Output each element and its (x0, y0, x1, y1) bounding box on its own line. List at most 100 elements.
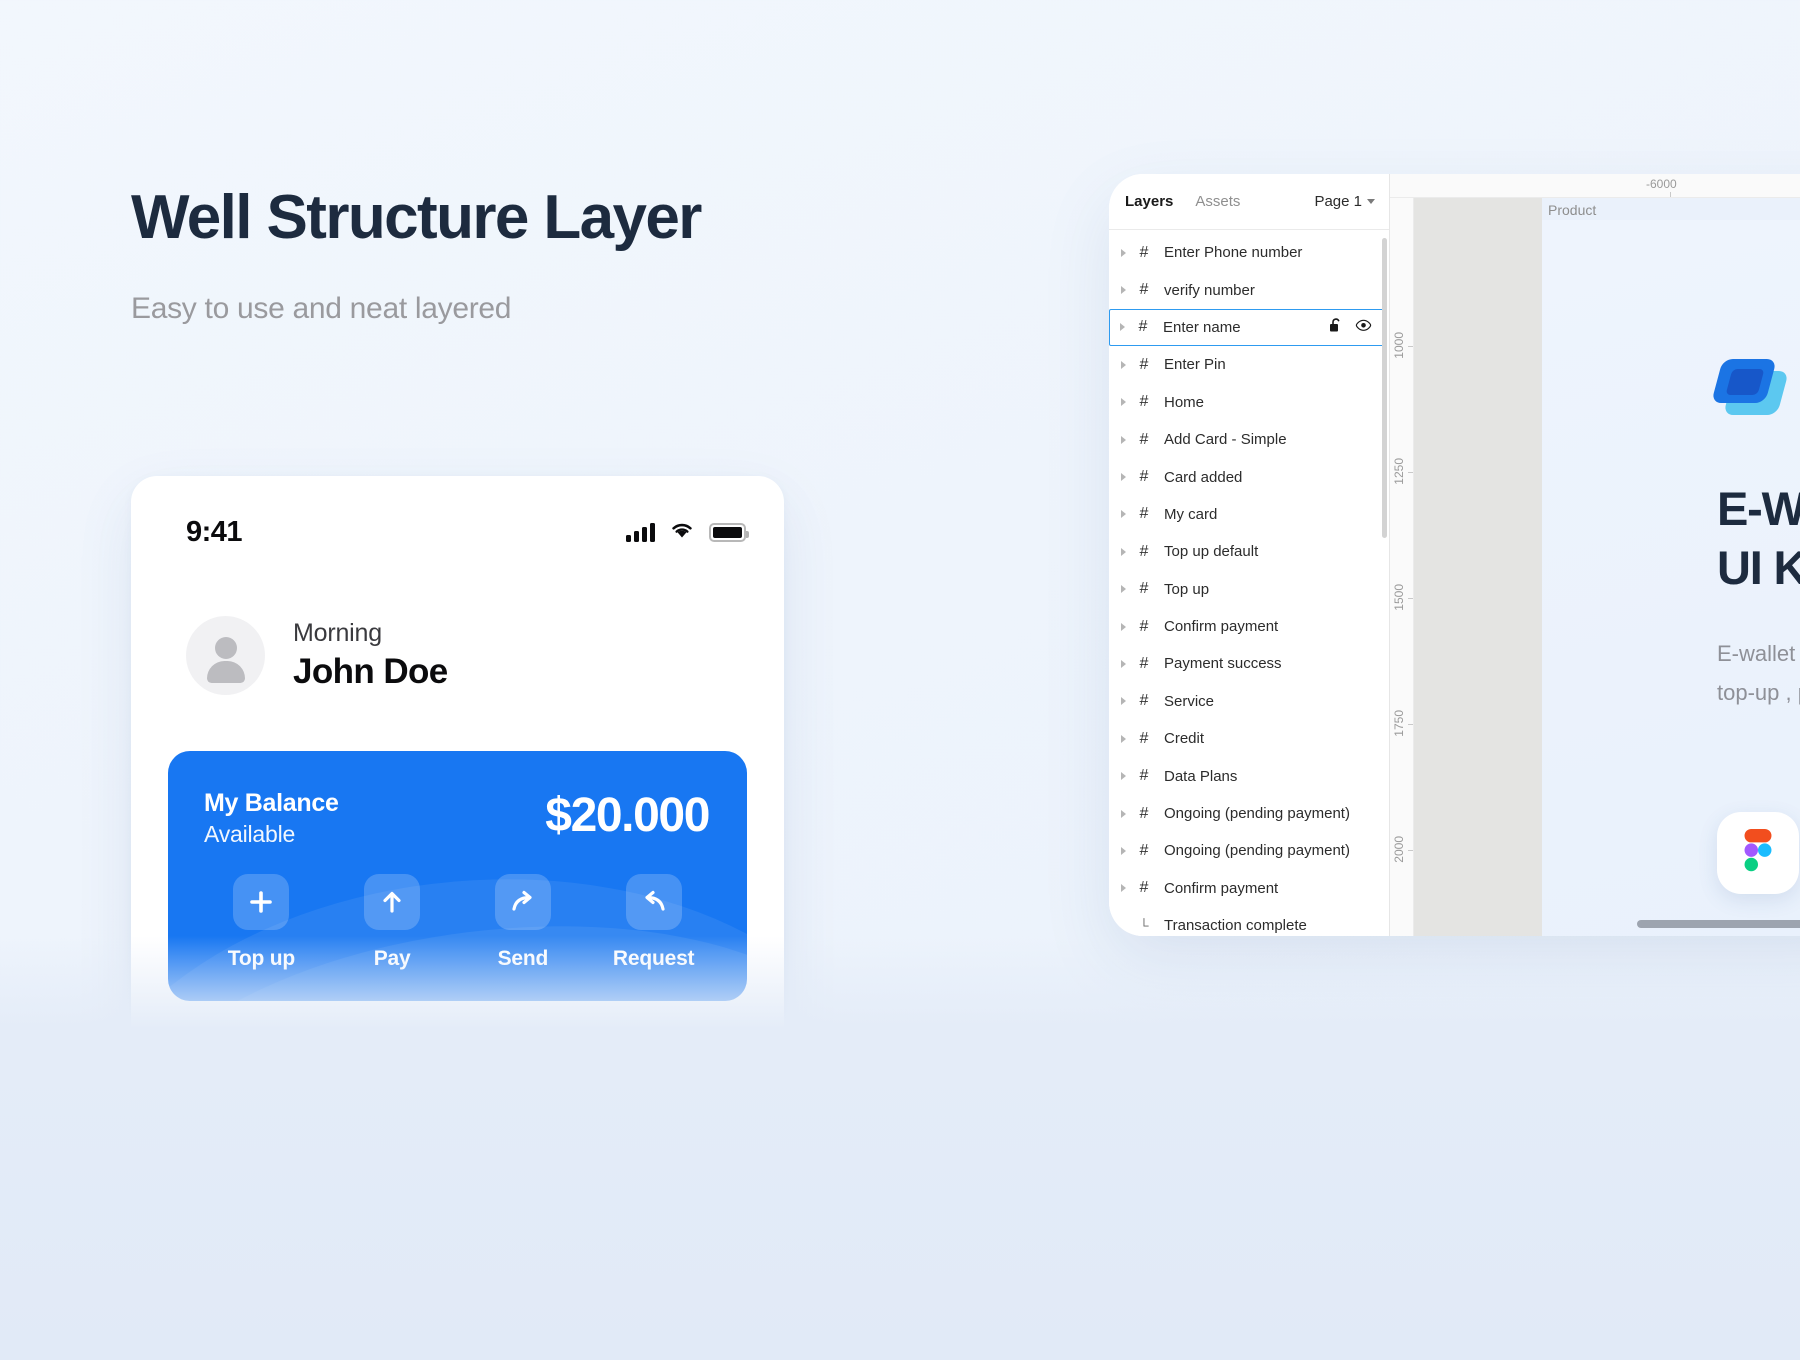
layer-row[interactable]: # Enter name (1109, 308, 1385, 347)
chevron-right-icon[interactable] (1121, 659, 1126, 668)
action-request[interactable]: Request (588, 874, 719, 971)
chevron-right-icon[interactable] (1121, 398, 1126, 407)
page-selector[interactable]: Page 1 (1314, 193, 1375, 210)
balance-card: My Balance Available $20.000 Top up Pay (168, 751, 747, 1001)
balance-label: My Balance (204, 789, 339, 817)
layer-row[interactable]: # Card added (1109, 458, 1389, 495)
chevron-right-icon[interactable] (1121, 697, 1126, 706)
layer-row[interactable]: # Ongoing (pending payment) (1109, 795, 1389, 832)
service-row2-item3[interactable] (458, 1176, 603, 1279)
frame-label[interactable]: Product (1548, 202, 1596, 218)
artboard-body: E-wallet send top-up , payme (1717, 635, 1800, 712)
chevron-right-icon[interactable] (1121, 286, 1126, 295)
eye-icon[interactable] (1355, 319, 1372, 336)
action-label: Pay (373, 947, 411, 970)
ruler-tick-label: 1500 (1392, 584, 1406, 611)
unlock-icon[interactable] (1329, 318, 1342, 337)
hero-section: Well Structure Layer Easy to use and nea… (131, 185, 951, 326)
tab-assets[interactable]: Assets (1195, 193, 1240, 210)
panel-scrollbar[interactable] (1382, 238, 1387, 538)
frame-icon: # (1139, 879, 1149, 897)
chevron-right-icon[interactable] (1121, 585, 1126, 594)
layer-name: Add Card - Simple (1164, 431, 1287, 449)
layer-row[interactable]: # Add Card - Simple (1109, 421, 1389, 458)
action-top-up[interactable]: Top up (196, 874, 327, 971)
layer-row[interactable]: # Enter Pin (1109, 346, 1389, 383)
frame-icon: # (1139, 841, 1149, 859)
service-game-voucher[interactable]: Game Voucher (313, 1039, 458, 1168)
chevron-right-icon[interactable] (1121, 734, 1126, 743)
layer-row[interactable]: # Credit (1109, 720, 1389, 757)
chevron-right-icon[interactable] (1121, 622, 1126, 631)
balance-summary: My Balance Available $20.000 (168, 751, 747, 848)
chevron-right-icon[interactable] (1121, 248, 1126, 257)
frame-icon: # (1139, 692, 1149, 710)
service-label: Game Voucher (313, 1142, 457, 1167)
chevron-right-icon[interactable] (1121, 360, 1126, 369)
frame-icon: # (1138, 318, 1148, 336)
chevron-right-icon[interactable] (1121, 884, 1126, 893)
layer-name: Transaction complete (1164, 917, 1307, 935)
service-label: Flight (503, 1142, 556, 1167)
service-flight[interactable]: Flight (458, 1039, 603, 1168)
layer-row[interactable]: # Enter Phone number (1109, 234, 1389, 271)
profile-header[interactable]: Morning John Doe (131, 564, 784, 695)
chevron-right-icon[interactable] (1121, 473, 1126, 482)
chevron-right-icon[interactable] (1121, 846, 1126, 855)
service-row2-item4[interactable] (602, 1176, 747, 1279)
chevron-right-icon[interactable] (1121, 772, 1126, 781)
brand-lockup: Bos (1711, 357, 1800, 417)
layer-name: Top up (1164, 580, 1210, 598)
layer-name: Top up default (1164, 543, 1259, 561)
chevron-right-icon[interactable] (1121, 547, 1126, 556)
service-internet-tv[interactable]: Internet & TV (602, 1039, 747, 1168)
ruler-tick-label: 1000 (1392, 332, 1406, 359)
speed-icon (199, 1176, 282, 1258)
layer-row[interactable]: # Top up default (1109, 533, 1389, 570)
chevron-right-icon[interactable] (1121, 435, 1126, 444)
layer-row[interactable]: # verify number (1109, 271, 1389, 308)
frame-icon: # (1139, 393, 1149, 411)
frame-icon: # (1139, 243, 1149, 261)
bill-icon (488, 1176, 571, 1258)
layer-row[interactable]: # My card (1109, 496, 1389, 533)
chevron-right-icon[interactable] (1121, 809, 1126, 818)
layers-panel: Layers Assets Page 1 # Enter Phone number… (1109, 174, 1390, 936)
greeting-label: Morning (293, 619, 382, 647)
action-send[interactable]: Send (458, 874, 589, 971)
canvas-scrollbar-horizontal[interactable] (1637, 920, 1800, 928)
layer-row[interactable]: # Data Plans (1109, 757, 1389, 794)
phone-mockup: 9:41 Morning John Doe My Balance Availab… (131, 476, 784, 1360)
layer-row[interactable]: # Service (1109, 683, 1389, 720)
tab-layers[interactable]: Layers (1125, 193, 1173, 210)
arrow-up-icon (364, 874, 421, 930)
ruler-tick-label: 2000 (1392, 836, 1406, 863)
layer-row[interactable]: # Ongoing (pending payment) (1109, 832, 1389, 869)
chevron-right-icon[interactable] (1120, 323, 1125, 332)
service-top-up-credit[interactable]: Top-up Credit (168, 1039, 313, 1168)
service-row2-item2[interactable] (313, 1176, 458, 1279)
service-row2-item1[interactable] (168, 1176, 313, 1279)
layer-list[interactable]: # Enter Phone number # verify number # Enter … (1109, 230, 1389, 936)
layer-row[interactable]: # Payment success (1109, 645, 1389, 682)
artboard-product[interactable]: Bos E-Wallet UI Kits E-wallet send top-u… (1542, 220, 1800, 936)
action-label: Send (497, 947, 549, 970)
layer-name: Ongoing (pending payment) (1164, 805, 1350, 823)
layer-name: Ongoing (pending payment) (1164, 842, 1350, 860)
layer-row[interactable]: # Confirm payment (1109, 608, 1389, 645)
layer-row[interactable]: # Top up (1109, 571, 1389, 608)
chevron-right-icon[interactable] (1121, 510, 1126, 519)
layer-row[interactable]: └ Transaction complete (1109, 907, 1389, 936)
figma-canvas[interactable]: -6000 -5750 1000 1250 1500 1750 2000 Pro… (1390, 174, 1800, 936)
figma-logo-icon[interactable] (1717, 812, 1799, 894)
quick-actions: Top up Pay Send Request (168, 848, 747, 971)
layer-row[interactable]: # Confirm payment (1109, 870, 1389, 907)
avatar[interactable] (186, 616, 265, 695)
frame-icon: # (1139, 542, 1149, 560)
services-grid: Top-up Credit Game Voucher Flight Intern… (131, 1001, 784, 1279)
panel-tabs: Layers Assets Page 1 (1109, 174, 1389, 230)
frame-icon: # (1139, 767, 1149, 785)
action-pay[interactable]: Pay (327, 874, 458, 971)
layer-name: Confirm payment (1164, 618, 1279, 636)
layer-row[interactable]: # Home (1109, 384, 1389, 421)
